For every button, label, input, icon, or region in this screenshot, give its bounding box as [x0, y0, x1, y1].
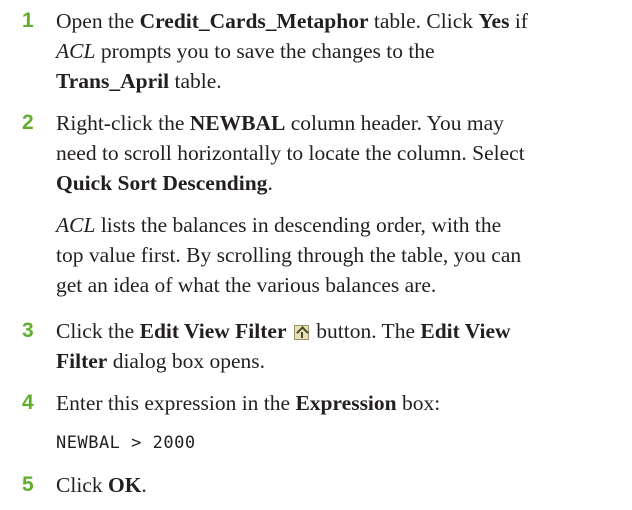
text-line: Right-click the NEWBAL column header. Yo…	[56, 111, 504, 135]
text-line: Filter dialog box opens.	[56, 349, 265, 373]
text-line: ACL lists the balances in descending ord…	[56, 213, 502, 237]
text-line: Click the Edit View Filter button. The E…	[56, 319, 511, 343]
step-number: 3	[22, 319, 34, 342]
text-line: ACL prompts you to save the changes to t…	[56, 39, 435, 63]
text-line: Quick Sort Descending.	[56, 171, 273, 195]
text-line: Open the Credit_Cards_Metaphor table. Cl…	[56, 9, 528, 33]
step-note: ACL lists the balances in descending ord…	[56, 210, 626, 300]
step-number: 2	[22, 111, 34, 134]
step-text: Click OK.	[56, 470, 626, 500]
text-line: need to scroll horizontally to locate th…	[56, 141, 525, 165]
edit-view-filter-icon	[293, 325, 309, 340]
step-text: Click the Edit View Filter button. The E…	[56, 316, 626, 376]
step-number: 5	[22, 473, 34, 496]
text-line: Click OK.	[56, 473, 147, 497]
text-line: get an idea of what the various balances…	[56, 273, 437, 297]
code-expression: NEWBAL > 2000	[56, 433, 196, 453]
step-text: Open the Credit_Cards_Metaphor table. Cl…	[56, 6, 626, 96]
step-number: 4	[22, 391, 34, 414]
text-line: top value first. By scrolling through th…	[56, 243, 522, 267]
step-number: 1	[22, 9, 34, 32]
text-line: Enter this expression in the Expression …	[56, 391, 441, 415]
text-line: Trans_April table.	[56, 69, 222, 93]
step-text: Enter this expression in the Expression …	[56, 388, 626, 458]
step-text: Right-click the NEWBAL column header. Yo…	[56, 108, 626, 300]
